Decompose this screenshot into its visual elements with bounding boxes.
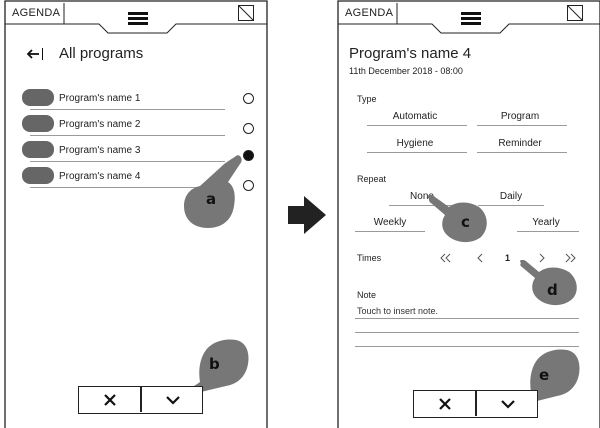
repeat-option-yearly[interactable]: Yearly xyxy=(513,217,579,228)
type-option-hygiene[interactable]: Hygiene xyxy=(371,138,459,149)
row-divider xyxy=(30,135,225,136)
program-date: 11th December 2018 - 08:00 xyxy=(349,66,463,76)
confirm-button[interactable] xyxy=(477,391,539,416)
note-line xyxy=(355,332,579,333)
app-title: AGENDA xyxy=(12,7,61,19)
note-line xyxy=(355,318,579,319)
option-underline xyxy=(517,231,579,232)
option-underline xyxy=(355,231,425,232)
double-chevron-left-icon[interactable] xyxy=(440,253,452,263)
program-radio[interactable] xyxy=(243,93,254,104)
program-thumbnail xyxy=(22,141,54,158)
program-thumbnail xyxy=(22,167,54,184)
phone-screen-programs-list: AGENDA All programs Program's name 1 Pro… xyxy=(4,0,268,428)
app-title: AGENDA xyxy=(345,7,394,19)
type-option-program[interactable]: Program xyxy=(480,111,560,122)
annotation-label-b: b xyxy=(209,355,220,373)
program-radio-selected[interactable] xyxy=(243,150,254,161)
program-row[interactable]: Program's name 1 xyxy=(22,88,247,110)
option-underline xyxy=(477,125,567,126)
type-option-automatic[interactable]: Automatic xyxy=(371,111,459,122)
annotation-label-c: c xyxy=(461,213,470,231)
program-thumbnail xyxy=(22,115,54,132)
type-option-reminder[interactable]: Reminder xyxy=(480,138,560,149)
back-arrow-icon[interactable] xyxy=(26,47,44,61)
repeat-option-weekly[interactable]: Weekly xyxy=(359,217,421,228)
note-line xyxy=(355,346,579,347)
times-value: 1 xyxy=(505,253,511,263)
note-input[interactable]: Touch to insert note. xyxy=(357,306,438,316)
repeat-label: Repeat xyxy=(357,174,387,184)
action-bar xyxy=(78,386,203,414)
program-radio[interactable] xyxy=(243,180,254,191)
page-title: All programs xyxy=(59,45,144,62)
right-arrow-icon xyxy=(288,196,326,234)
annotation-label-d: d xyxy=(547,281,558,299)
hamburger-icon[interactable] xyxy=(461,12,481,25)
annotation-label-a: a xyxy=(206,190,217,208)
option-underline xyxy=(367,125,467,126)
program-thumbnail xyxy=(22,89,54,106)
annotation-label-e: e xyxy=(539,366,550,384)
close-icon xyxy=(104,393,116,406)
program-title: Program's name 4 xyxy=(349,45,472,62)
note-label: Note xyxy=(357,290,377,300)
row-divider xyxy=(30,109,225,110)
hamburger-icon[interactable] xyxy=(128,12,148,25)
program-name: Program's name 2 xyxy=(59,119,141,130)
option-underline xyxy=(367,152,467,153)
fold-corner-icon[interactable] xyxy=(238,5,254,21)
cancel-button[interactable] xyxy=(79,387,141,412)
phone-screen-program-detail: AGENDA Program's name 4 11th December 20… xyxy=(337,0,600,428)
program-name: Program's name 4 xyxy=(59,171,141,182)
confirm-button[interactable] xyxy=(142,387,204,412)
close-icon xyxy=(439,397,451,410)
chevron-left-icon[interactable] xyxy=(476,253,484,263)
cancel-button[interactable] xyxy=(414,391,476,416)
program-name: Program's name 3 xyxy=(59,145,141,156)
action-bar xyxy=(413,390,538,418)
chevron-down-icon xyxy=(501,399,515,409)
program-name: Program's name 1 xyxy=(59,93,141,104)
option-underline xyxy=(477,152,567,153)
hand-pointer-icon xyxy=(427,195,487,242)
fold-corner-icon[interactable] xyxy=(567,5,583,21)
program-row[interactable]: Program's name 2 xyxy=(22,114,247,136)
type-label: Type xyxy=(357,94,377,104)
chevron-down-icon xyxy=(166,395,180,405)
times-label: Times xyxy=(357,253,382,263)
program-radio[interactable] xyxy=(243,123,254,134)
